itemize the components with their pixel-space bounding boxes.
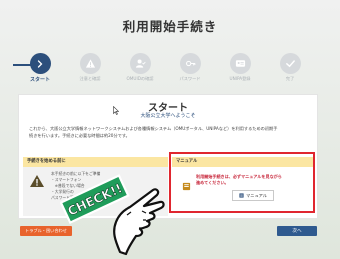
step-label: スタート	[29, 77, 50, 83]
intro-text: これから、大阪公立大学情報ネットワークシステムおよび各種情報システム（OMUポー…	[29, 126, 311, 139]
step-label: 注意と確認	[79, 76, 101, 81]
step-unipa: UNIPA登録	[215, 53, 265, 82]
step-start: スタート	[15, 53, 65, 83]
arrow-right-icon	[29, 53, 51, 74]
intro-line: これから、大阪公立大学情報ネットワークシステムおよび各種情報システム（OMUポー…	[29, 126, 278, 131]
check-icon	[279, 53, 301, 74]
page: 利用開始手続き スタート 注意と確認 OMUIDの確認 パスワード UNIPA登…	[0, 0, 340, 259]
step-complete: 完了	[265, 53, 315, 82]
trouble-contact-button[interactable]: トラブル・困い合わせ	[20, 226, 72, 236]
next-button[interactable]: 次へ	[277, 226, 317, 236]
id-card-icon	[229, 53, 251, 74]
step-label: UNIPA登録	[229, 76, 251, 81]
step-label: OMUIDの確認	[126, 76, 154, 81]
key-icon	[179, 53, 201, 74]
warning-icon	[29, 173, 45, 192]
page-title: 利用開始手続き	[122, 19, 218, 34]
mouse-cursor-icon	[113, 100, 120, 119]
manual-highlight-box	[169, 152, 315, 213]
warning-icon	[79, 53, 101, 74]
step-label: 完了	[285, 76, 295, 81]
step-omuid: OMUIDの確認	[115, 53, 165, 82]
step-password: パスワード	[165, 53, 215, 82]
welcome-text: 大阪公立大学へようこそ	[140, 113, 196, 119]
user-check-icon	[129, 53, 151, 74]
step-caution: 注意と確認	[65, 53, 115, 82]
step-label: パスワード	[179, 76, 201, 81]
intro-line: 続きを行います。手続きに必要な時間は約20分です。	[29, 132, 130, 138]
check-pointing-hand-illustration: CHECK!!	[59, 162, 170, 259]
